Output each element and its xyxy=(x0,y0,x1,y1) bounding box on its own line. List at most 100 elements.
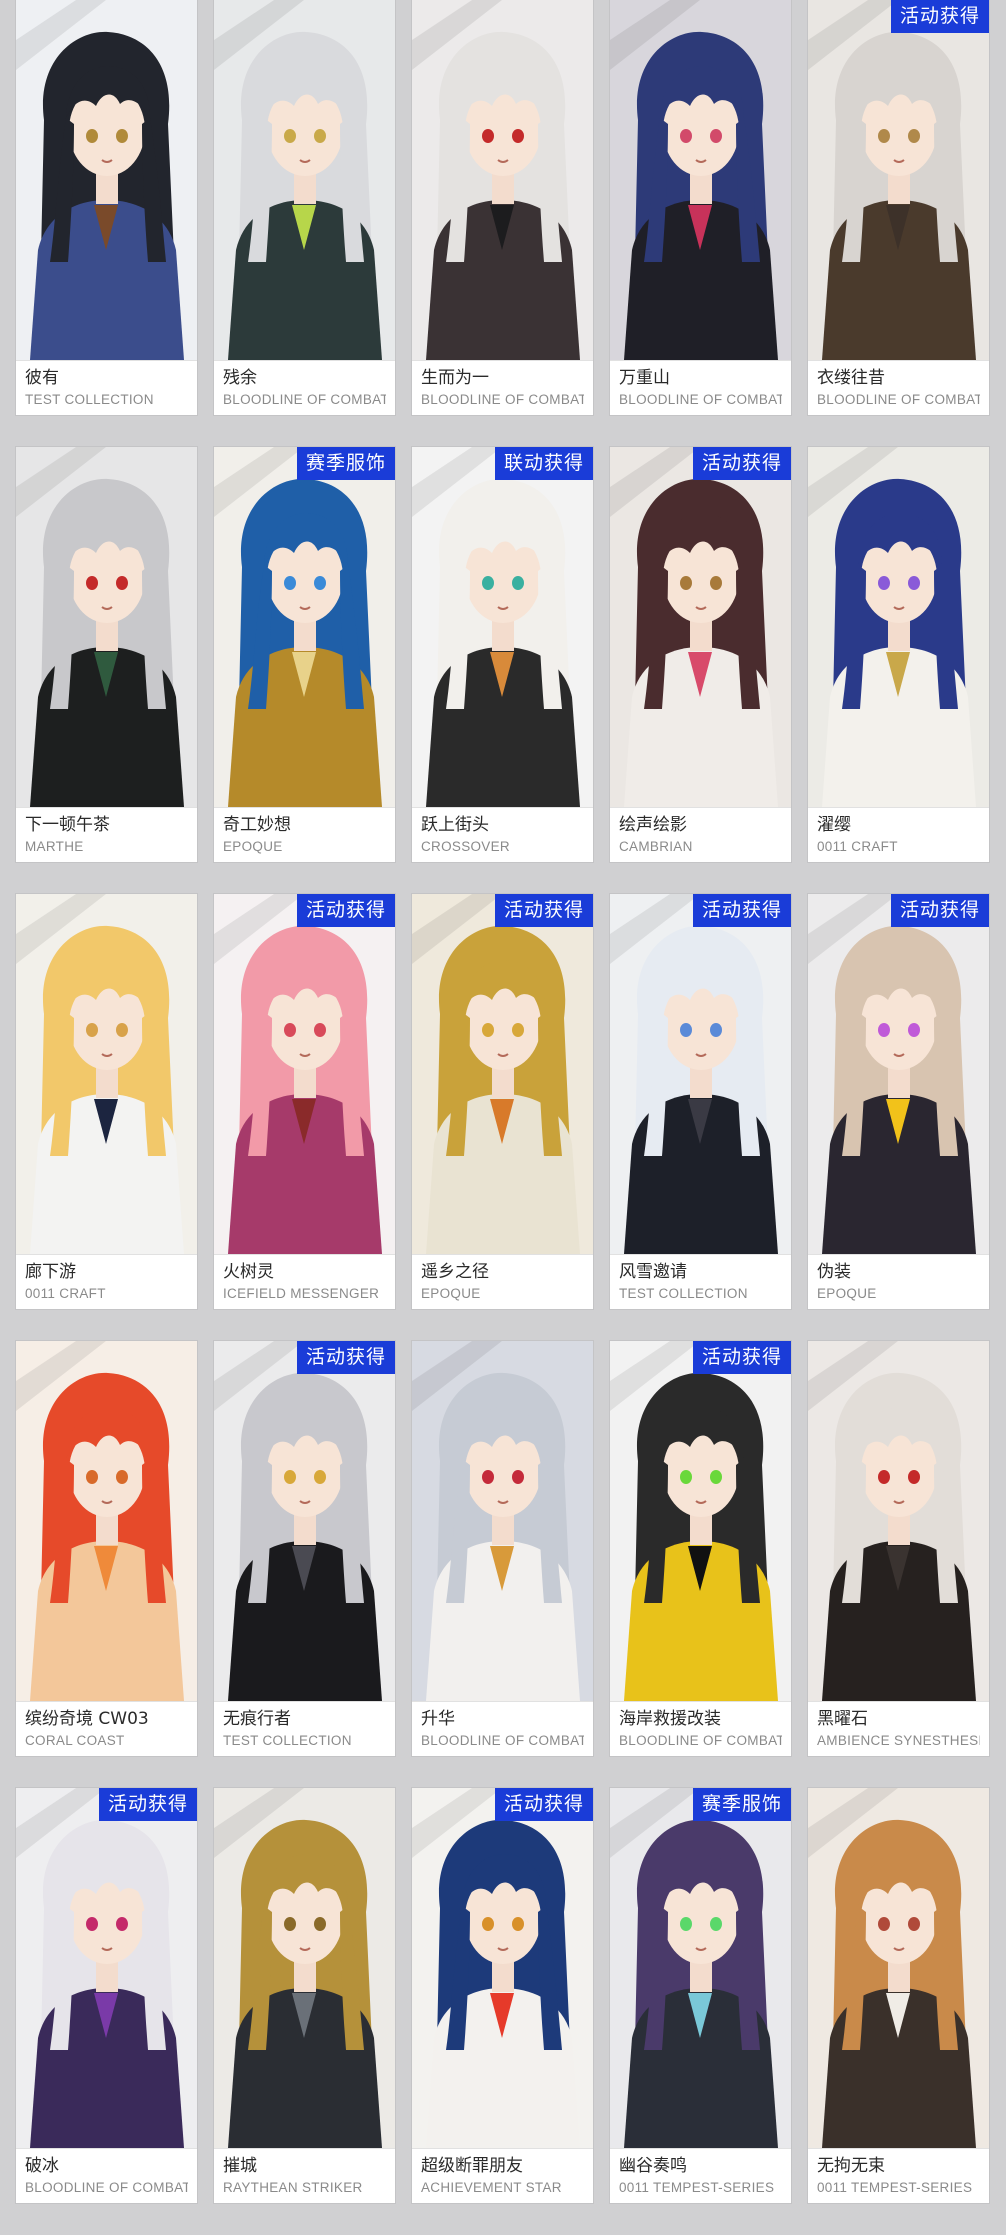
skin-name: 幽谷奏鸣 xyxy=(619,2156,687,2176)
skin-caption: 摧城 RAYTHEAN STRIKER xyxy=(214,2148,395,2203)
skin-card[interactable]: 联动获得跃上街头 CROSSOVER xyxy=(412,447,593,862)
right-eye xyxy=(314,129,326,143)
skin-name: 风雪邀请 xyxy=(619,1262,687,1282)
left-eye xyxy=(680,576,692,590)
left-eye xyxy=(284,129,296,143)
skin-card[interactable]: 升华 BLOODLINE OF COMBAT xyxy=(412,1341,593,1756)
skin-caption: 风雪邀请 TEST COLLECTION xyxy=(610,1254,791,1309)
skin-card[interactable]: 生而为一 BLOODLINE OF COMBAT xyxy=(412,0,593,415)
skin-name: 生而为一 xyxy=(421,368,489,388)
skin-card[interactable]: 活动获得 无痕行者 TEST COLLECTION xyxy=(214,1341,395,1756)
right-eye xyxy=(908,1917,920,1931)
skin-portrait xyxy=(16,1788,197,2148)
right-eye xyxy=(116,1023,128,1037)
skin-caption: 衣缕往昔 BLOODLINE OF COMBAT xyxy=(808,360,989,415)
left-eye xyxy=(284,1023,296,1037)
skin-portrait xyxy=(808,1341,989,1701)
skin-card[interactable]: 摧城 RAYTHEAN STRIKER xyxy=(214,1788,395,2203)
skin-portrait xyxy=(610,0,791,360)
right-eye xyxy=(512,576,524,590)
left-eye xyxy=(878,129,890,143)
skin-caption: 黑曜石 AMBIENCE SYNESTHESIA xyxy=(808,1701,989,1756)
skin-card[interactable]: 缤纷奇境 CW03 CORAL COAST xyxy=(16,1341,197,1756)
skin-portrait xyxy=(808,1788,989,2148)
acquisition-badge: 联动获得 xyxy=(494,447,593,480)
skin-card[interactable]: 万重山 BLOODLINE OF COMBAT xyxy=(610,0,791,415)
skin-card[interactable]: 廊下游 0011 CRAFT xyxy=(16,894,197,1309)
skin-caption: 残余 BLOODLINE OF COMBAT xyxy=(214,360,395,415)
skin-card[interactable]: 黑曜石 AMBIENCE SYNESTHESIA xyxy=(808,1341,989,1756)
skin-name: 黑曜石 xyxy=(817,1709,868,1729)
skin-series: BLOODLINE OF COMBAT xyxy=(817,392,980,407)
left-eye xyxy=(680,1917,692,1931)
skin-series: BLOODLINE OF COMBAT xyxy=(223,392,386,407)
skin-series: BLOODLINE OF COMBAT xyxy=(619,1733,782,1748)
skin-series: TEST COLLECTION xyxy=(25,392,154,407)
skin-series: CORAL COAST xyxy=(25,1733,125,1748)
left-eye xyxy=(86,1023,98,1037)
skin-series: AMBIENCE SYNESTHESIA xyxy=(817,1733,980,1748)
left-eye xyxy=(86,1917,98,1931)
left-eye xyxy=(482,576,494,590)
skin-card[interactable]: 活动获得 风雪邀请 TEST COLLECTION xyxy=(610,894,791,1309)
right-eye xyxy=(512,1917,524,1931)
skin-grid: 彼有 TEST COLLECTION 残余 BLOODLINE OF COMBAT 生而… xyxy=(0,0,1006,2235)
skin-card[interactable]: 活动获得 遥乡之径 EPOQUE xyxy=(412,894,593,1309)
skin-card[interactable]: 下一顿午茶 MARTHE xyxy=(16,447,197,862)
skin-name: 残余 xyxy=(223,368,257,388)
skin-caption: 奇工妙想 EPOQUE xyxy=(214,807,395,862)
skin-series: BLOODLINE OF COMBAT xyxy=(619,392,782,407)
skin-card[interactable]: 赛季服饰 幽谷奏鸣 0011 TEMPEST-SERIES xyxy=(610,1788,791,2203)
left-eye xyxy=(284,1917,296,1931)
skin-name: 万重山 xyxy=(619,368,670,388)
acquisition-badge: 活动获得 xyxy=(494,1788,593,1821)
skin-portrait xyxy=(16,0,197,360)
skin-card[interactable]: 活动获得 超级断罪朋友 ACHIEVEMENT STAR xyxy=(412,1788,593,2203)
acquisition-badge: 赛季服饰 xyxy=(692,1788,791,1821)
skin-card[interactable]: 彼有 TEST COLLECTION xyxy=(16,0,197,415)
skin-card[interactable]: 活动获得 破冰 BLOODLINE OF COMBAT xyxy=(16,1788,197,2203)
skin-name: 无拘无束 xyxy=(817,2156,885,2176)
skin-series: TEST COLLECTION xyxy=(223,1733,352,1748)
skin-card[interactable]: 活动获得 火树灵 ICEFIELD MESSENGER xyxy=(214,894,395,1309)
skin-card[interactable]: 赛季服饰 奇工妙想 EPOQUE xyxy=(214,447,395,862)
skin-name: 下一顿午茶 xyxy=(25,815,110,835)
skin-card[interactable]: 无拘无束 0011 TEMPEST-SERIES xyxy=(808,1788,989,2203)
right-eye xyxy=(710,576,722,590)
skin-card[interactable]: 活动获得绘声绘影 CAMBRIAN xyxy=(610,447,791,862)
left-eye xyxy=(284,576,296,590)
skin-card[interactable]: 活动获得 海岸救援改装 BLOODLINE OF COMBAT xyxy=(610,1341,791,1756)
skin-card[interactable]: 活动获得 伪装 EPOQUE xyxy=(808,894,989,1309)
left-eye xyxy=(878,576,890,590)
left-eye xyxy=(482,1917,494,1931)
skin-series: EPOQUE xyxy=(817,1286,877,1301)
right-eye xyxy=(908,576,920,590)
skin-caption: 跃上街头 CROSSOVER xyxy=(412,807,593,862)
skin-name: 遥乡之径 xyxy=(421,1262,489,1282)
skin-caption: 廊下游 0011 CRAFT xyxy=(16,1254,197,1309)
acquisition-badge: 活动获得 xyxy=(692,447,791,480)
skin-card[interactable]: 残余 BLOODLINE OF COMBAT xyxy=(214,0,395,415)
skin-caption: 下一顿午茶 MARTHE xyxy=(16,807,197,862)
skin-portrait xyxy=(610,447,791,807)
skin-name: 奇工妙想 xyxy=(223,815,291,835)
acquisition-badge: 活动获得 xyxy=(296,1341,395,1374)
skin-card[interactable]: 活动获得衣缕往昔 BLOODLINE OF COMBAT xyxy=(808,0,989,415)
right-eye xyxy=(116,576,128,590)
skin-name: 跃上街头 xyxy=(421,815,489,835)
skin-series: CAMBRIAN xyxy=(619,839,693,854)
skin-name: 濯缨 xyxy=(817,815,851,835)
left-eye xyxy=(878,1023,890,1037)
acquisition-badge: 活动获得 xyxy=(890,0,989,33)
skin-portrait xyxy=(16,1341,197,1701)
skin-portrait xyxy=(610,1341,791,1701)
skin-card[interactable]: 濯缨 0011 CRAFT xyxy=(808,447,989,862)
skin-series: EPOQUE xyxy=(223,839,283,854)
right-eye xyxy=(314,1470,326,1484)
acquisition-badge: 活动获得 xyxy=(494,894,593,927)
skin-caption: 缤纷奇境 CW03 CORAL COAST xyxy=(16,1701,197,1756)
left-eye xyxy=(86,1470,98,1484)
skin-caption: 绘声绘影 CAMBRIAN xyxy=(610,807,791,862)
skin-name: 彼有 xyxy=(25,368,59,388)
skin-series: BLOODLINE OF COMBAT xyxy=(421,1733,584,1748)
